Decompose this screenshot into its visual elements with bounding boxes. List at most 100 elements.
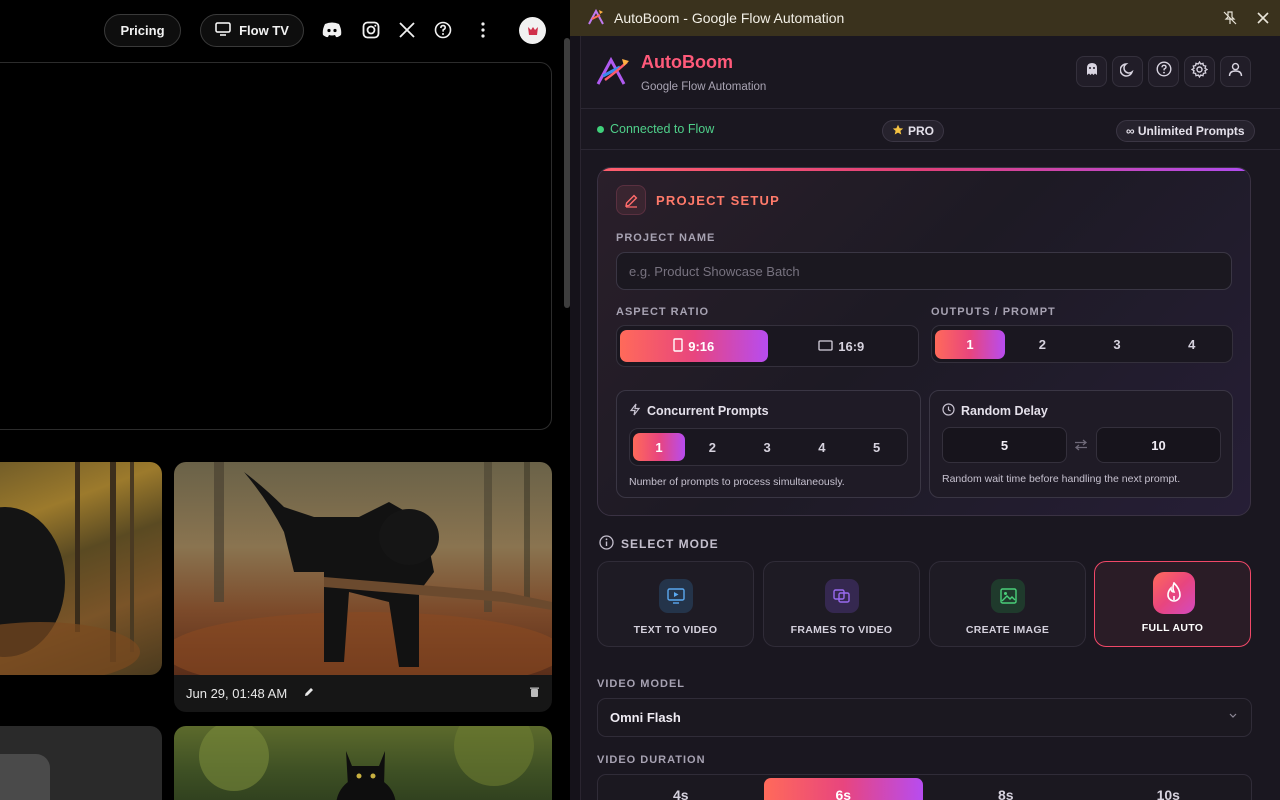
mode-frames-to-video[interactable]: FRAMES TO VIDEO: [763, 561, 920, 647]
video-model-value: Omni Flash: [610, 710, 681, 725]
settings-button[interactable]: [1184, 56, 1215, 87]
clock-icon: [942, 403, 955, 419]
duration-option-6s[interactable]: 6s: [763, 778, 923, 800]
mode-label: TEXT TO VIDEO: [633, 624, 718, 636]
concurrent-option-5[interactable]: 5: [849, 433, 904, 461]
help-button[interactable]: [1148, 56, 1179, 87]
account-button[interactable]: [1220, 56, 1251, 87]
aspect-ratio-16-9-button[interactable]: 16:9: [768, 330, 916, 362]
mode-label: CREATE IMAGE: [965, 624, 1050, 636]
monitor-play-icon: [659, 579, 693, 613]
video-duration-label: VIDEO DURATION: [597, 754, 706, 766]
project-name-label: PROJECT NAME: [616, 232, 716, 244]
window-titlebar: AutoBoom - Google Flow Automation: [570, 0, 1280, 36]
select-mode-label-text: SELECT MODE: [621, 537, 719, 551]
thumbnail-black-dog[interactable]: [174, 462, 552, 675]
instagram-icon[interactable]: [359, 18, 383, 42]
tv-icon: [215, 22, 231, 39]
discord-icon[interactable]: [320, 18, 344, 42]
mode-full-auto[interactable]: FULL AUTO: [1094, 561, 1251, 647]
thumbnail-forest-animal[interactable]: [0, 462, 162, 675]
card-footer: Jun 29, 01:48 AM: [174, 675, 552, 712]
project-setup-card: PROJECT SETUP PROJECT NAME ASPECT RATIO …: [597, 167, 1251, 516]
project-setup-title: PROJECT SETUP: [656, 193, 780, 208]
pricing-button[interactable]: Pricing: [104, 14, 181, 47]
brand-subtitle: Google Flow Automation: [641, 81, 767, 93]
duration-option-8s[interactable]: 8s: [926, 778, 1086, 800]
select-mode-label: SELECT MODE: [599, 535, 719, 553]
swap-icon: [1073, 438, 1089, 456]
ghost-icon: [1085, 62, 1099, 81]
mode-create-image[interactable]: CREATE IMAGE: [929, 561, 1086, 647]
concurrent-option-1[interactable]: 1: [633, 433, 685, 461]
x-icon[interactable]: [395, 18, 419, 42]
connection-status-text: Connected to Flow: [610, 122, 715, 136]
brand-logo-icon: [596, 56, 630, 91]
gear-icon: [1190, 60, 1209, 83]
close-icon[interactable]: [1254, 9, 1272, 27]
duration-option-4s[interactable]: 4s: [601, 778, 761, 800]
portrait-icon: [673, 337, 683, 355]
aspect-ratio-selector: 9:16 16:9: [616, 325, 919, 367]
prompt-quota-badge: ∞ Unlimited Prompts: [1116, 120, 1255, 142]
info-icon: [599, 535, 614, 553]
pricing-label: Pricing: [120, 23, 165, 38]
plan-badge: PRO: [882, 120, 945, 142]
star-icon: [892, 124, 904, 139]
duration-option-10s[interactable]: 10s: [1089, 778, 1249, 800]
concurrent-option-2[interactable]: 2: [685, 433, 740, 461]
ghost-mode-button[interactable]: [1076, 56, 1107, 87]
random-delay-title-text: Random Delay: [961, 404, 1048, 418]
status-dot-icon: [597, 125, 604, 133]
flow-page: Pricing Flow TV Jun 29, 01:48 AM: [0, 0, 570, 800]
outputs-option-2[interactable]: 2: [1005, 330, 1080, 359]
mode-label: FRAMES TO VIDEO: [790, 624, 893, 636]
theme-toggle-button[interactable]: [1112, 56, 1143, 87]
flame-icon: [1153, 572, 1195, 614]
prompt-quota-text: ∞ Unlimited Prompts: [1126, 124, 1245, 138]
image-icon: [991, 579, 1025, 613]
extension-panel: AutoBoom Google Flow Automation Connecte…: [580, 36, 1280, 800]
chevron-down-icon: [1229, 710, 1237, 721]
delete-icon[interactable]: [529, 686, 540, 701]
random-delay-note: Random wait time before handling the nex…: [942, 473, 1181, 485]
delay-min-input[interactable]: 5: [942, 427, 1067, 463]
aspect-ratio-option-label: 9:16: [688, 338, 715, 354]
concurrent-prompts-title-text: Concurrent Prompts: [647, 404, 769, 418]
video-model-select[interactable]: Omni Flash: [597, 698, 1252, 737]
avatar[interactable]: [519, 17, 546, 44]
mode-label: FULL AUTO: [1141, 622, 1204, 634]
outputs-option-1[interactable]: 1: [935, 329, 1005, 359]
thumbnail-placeholder[interactable]: [0, 726, 162, 800]
concurrent-option-4[interactable]: 4: [795, 433, 850, 461]
more-vert-icon[interactable]: [471, 18, 495, 42]
mode-text-to-video[interactable]: TEXT TO VIDEO: [597, 561, 754, 647]
outputs-selector: 1 2 3 4: [931, 325, 1233, 363]
thumbnail-black-cat[interactable]: [174, 726, 552, 800]
delay-max-input[interactable]: 10: [1096, 427, 1221, 463]
outputs-option-3[interactable]: 3: [1080, 330, 1155, 359]
random-delay-title: Random Delay: [942, 403, 1048, 419]
landscape-icon: [818, 339, 833, 354]
brand-name: AutoBoom: [641, 52, 733, 72]
window-title: AutoBoom - Google Flow Automation: [614, 10, 845, 26]
pin-icon[interactable]: [1221, 9, 1239, 27]
panel-content: PROJECT SETUP PROJECT NAME ASPECT RATIO …: [581, 151, 1280, 800]
panel-header: AutoBoom Google Flow Automation: [581, 36, 1280, 109]
aspect-ratio-9-16-button[interactable]: 9:16: [620, 330, 768, 362]
lightning-icon: [629, 403, 641, 419]
flow-tv-button[interactable]: Flow TV: [200, 14, 304, 47]
concurrent-option-3[interactable]: 3: [740, 433, 795, 461]
edit-icon[interactable]: [303, 686, 315, 701]
outputs-option-4[interactable]: 4: [1154, 330, 1229, 359]
random-delay-card: Random Delay 5 10 Random wait time befor…: [929, 390, 1233, 498]
concurrent-prompts-title: Concurrent Prompts: [629, 403, 769, 419]
video-player[interactable]: [0, 62, 552, 430]
moon-icon: [1119, 62, 1135, 82]
project-name-input[interactable]: [616, 252, 1232, 290]
frames-icon: [825, 579, 859, 613]
plan-badge-text: PRO: [908, 124, 935, 138]
aspect-ratio-option-label: 16:9: [838, 338, 865, 354]
help-icon[interactable]: [431, 18, 455, 42]
connection-status: Connected to Flow: [597, 122, 714, 136]
